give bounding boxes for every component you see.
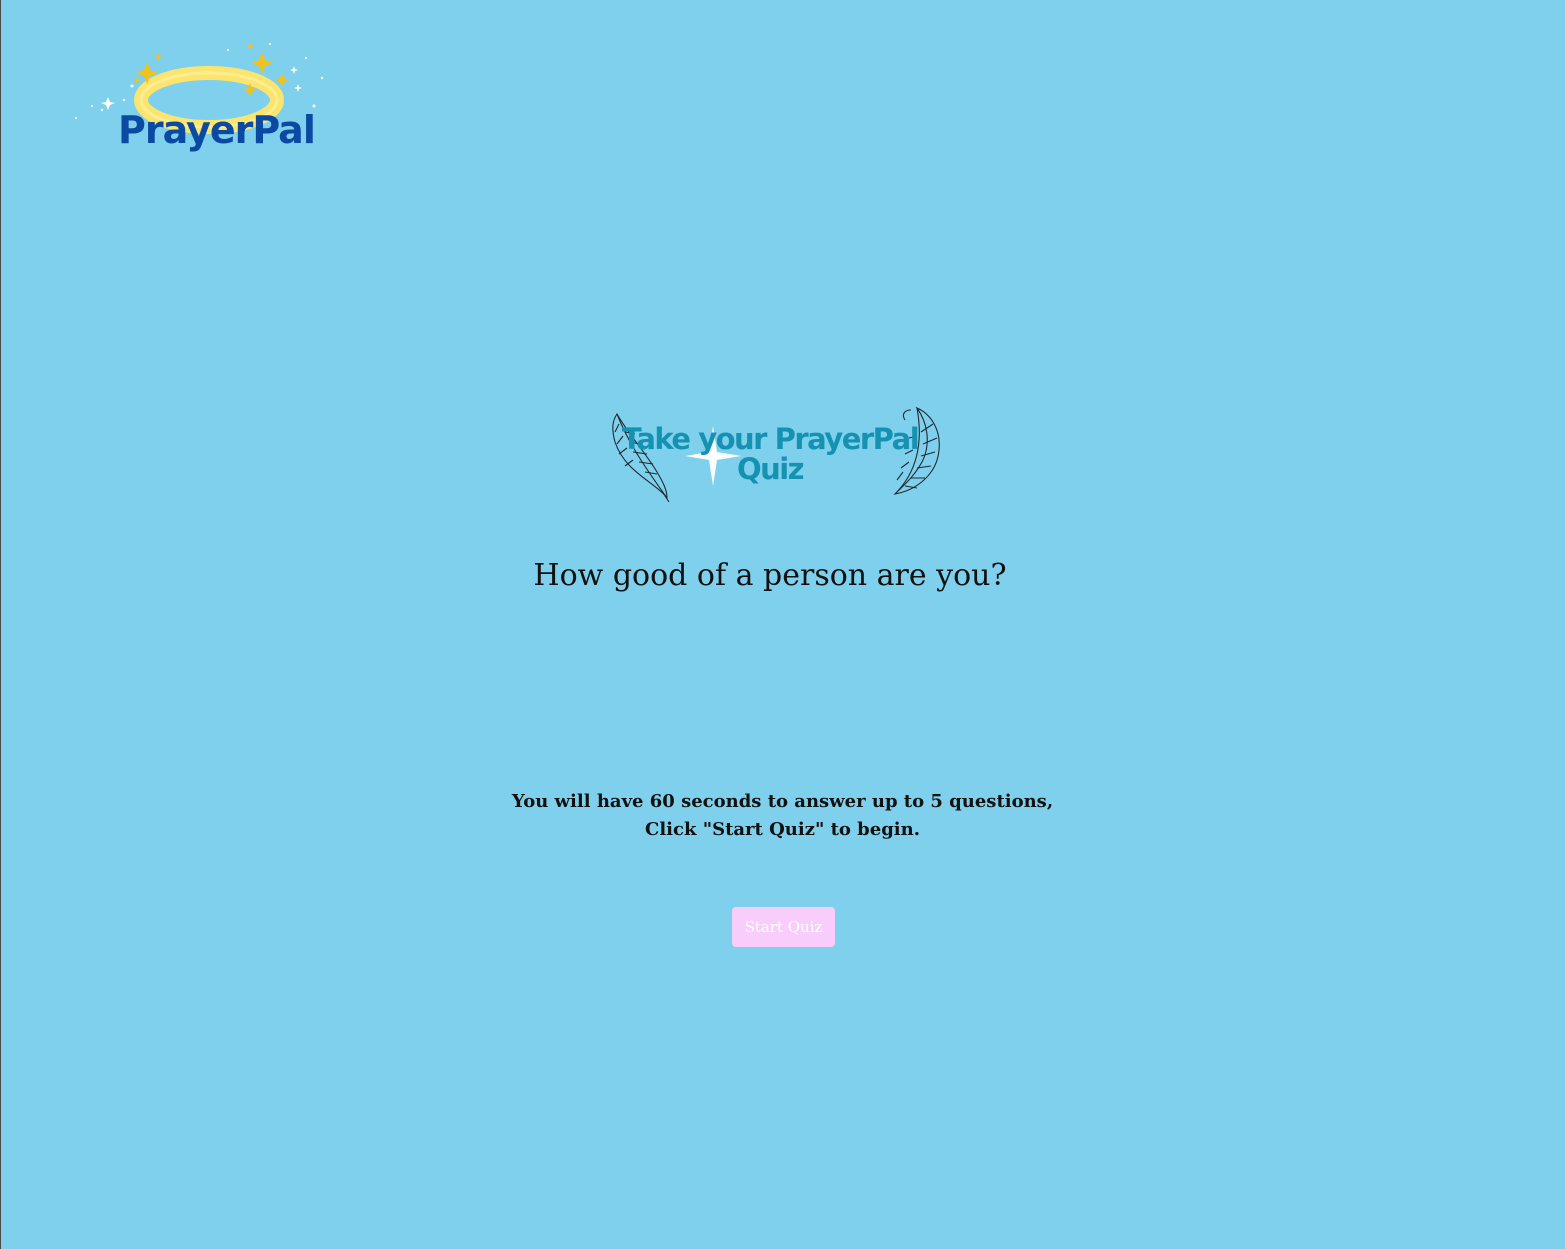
quiz-instructions: You will have 60 seconds to answer up to… (0, 788, 1565, 844)
start-quiz-button[interactable]: Start Quiz (732, 907, 835, 947)
banner-title-line1: Take your PrayerPal (621, 422, 920, 456)
logo-text: PrayerPal (118, 108, 316, 152)
quiz-subtitle: How good of a person are you? (533, 558, 1007, 593)
instructions-line2: Click "Start Quiz" to begin. (645, 819, 920, 840)
instructions-line1: You will have 60 seconds to answer up to… (511, 791, 1054, 812)
banner-title-line2: Quiz (736, 452, 805, 486)
prayerpal-logo[interactable]: PrayerPal (72, 38, 332, 163)
window-edge (0, 0, 1, 1249)
quiz-banner: Take your PrayerPal Quiz (605, 402, 950, 507)
